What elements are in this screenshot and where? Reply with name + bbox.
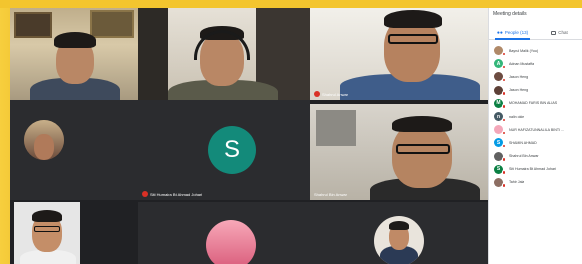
participant-avatar: S — [494, 164, 506, 175]
participant-name: Shahrul Bin Anwar — [509, 154, 539, 159]
video-tile-3[interactable]: Shahrul Anwar — [310, 8, 488, 100]
mic-off-icon — [314, 91, 320, 97]
video-tile-7[interactable] — [14, 202, 80, 264]
window-frame — [316, 110, 356, 146]
tile-name-label: Siti Humaira Bt Ahmad Johari — [142, 191, 202, 197]
participant-avatar — [494, 151, 506, 162]
participant-list-item[interactable]: Bayrul Malik (You) — [489, 44, 582, 57]
participant-avatar — [494, 125, 506, 136]
chair-back — [138, 8, 168, 100]
participant-name: Shahrul Anwar — [322, 91, 349, 97]
avatar-initial: M — [496, 100, 501, 107]
person-hair — [384, 10, 442, 28]
profile-photo-avatar — [206, 220, 256, 264]
avatar-initial: A — [496, 60, 501, 67]
avatar-initial: S — [223, 136, 240, 163]
participant-list-item[interactable]: Shahrul Bin Anwar — [489, 150, 582, 163]
mic-off-icon — [142, 191, 148, 197]
participant-avatar — [494, 46, 506, 57]
participant-list-item[interactable]: Tahir Jala — [489, 176, 582, 189]
participant-avatar — [494, 72, 506, 83]
wall-painting — [90, 10, 134, 38]
tab-chat[interactable]: Chat — [536, 26, 582, 39]
participant-name: NUR HAFIZATUNNALILA BINTI ... — [509, 127, 565, 132]
profile-photo-avatar — [24, 120, 64, 160]
person-hair — [54, 32, 96, 48]
participant-name: Adnan Mustaffa — [509, 61, 535, 66]
mic-off-icon — [501, 130, 506, 136]
tab-label: Chat — [558, 30, 568, 35]
avatar-initial: n — [496, 113, 501, 120]
video-tile-4[interactable] — [10, 100, 138, 200]
video-tile-9[interactable] — [310, 202, 488, 264]
participant-list-item[interactable]: A Adnan Mustaffa — [489, 57, 582, 70]
people-icon: ●● — [496, 29, 503, 36]
video-tile-6[interactable]: Shahrul Bin Anwar — [310, 104, 488, 200]
mic-off-icon — [501, 64, 506, 70]
person-hair — [32, 210, 62, 222]
participant-list: Bayrul Malik (You) A Adnan Mustaffa Jason H… — [489, 44, 582, 189]
mic-off-icon — [501, 143, 506, 149]
participant-name: Tahir Jala — [509, 180, 525, 185]
participant-list-item[interactable]: Jason Heng — [489, 70, 582, 83]
mic-off-icon — [501, 91, 506, 96]
participant-name: Jason Heng — [509, 74, 529, 79]
participant-list-item[interactable]: NUR HAFIZATUNNALILA BINTI ... — [489, 123, 582, 136]
mic-off-icon — [501, 157, 506, 162]
participant-name: nalin okie — [509, 114, 525, 119]
participant-list-item[interactable]: M MOHAMAD FARIS BIN ALIAS — [489, 97, 582, 110]
mic-off-icon — [501, 183, 506, 188]
chat-icon — [551, 30, 557, 35]
participant-name: Siti Humaira Bt Ahmad Johari — [509, 167, 556, 172]
frame-top-edge — [0, 0, 582, 8]
participant-name: SHAMIN AHMAD — [509, 140, 537, 145]
participant-avatar: S — [494, 138, 506, 149]
avatar-initial: S — [496, 139, 501, 146]
participant-avatar: n — [494, 112, 506, 123]
participant-avatar — [494, 177, 506, 188]
participant-avatar — [494, 85, 506, 96]
meeting-details-panel: Meeting details ●● People (13) Chat Bayr… — [488, 8, 582, 264]
person-body — [20, 250, 76, 264]
participant-name: Jason Heng — [509, 88, 529, 93]
mic-off-icon — [501, 104, 506, 109]
video-tile-5[interactable]: S Siti Humaira Bt Ahmad Johari — [138, 100, 310, 200]
panel-tabs: ●● People (13) Chat — [489, 26, 582, 40]
participant-name: Bayrul Malik (You) — [509, 48, 539, 53]
glasses-icon — [388, 34, 438, 44]
participant-name: Shahrul Bin Anwar — [314, 192, 347, 197]
participant-list-item[interactable]: S SHAMIN AHMAD — [489, 136, 582, 149]
avatar-initial: S — [496, 166, 501, 173]
video-grid: Shahrul Anwar S Siti Humaira Bt Ahmad Jo… — [10, 8, 488, 264]
participant-list-item[interactable]: n nalin okie — [489, 110, 582, 123]
mic-off-icon — [501, 117, 506, 123]
glasses-icon — [396, 144, 450, 154]
mic-off-icon — [501, 77, 506, 83]
tab-label: People (13) — [504, 30, 529, 35]
participant-initial-avatar: S — [208, 126, 256, 174]
profile-photo-avatar — [374, 216, 424, 264]
video-tile-1[interactable] — [10, 8, 138, 100]
mic-off-icon — [501, 170, 506, 175]
participant-name: MOHAMAD FARIS BIN ALIAS — [509, 101, 558, 106]
tile-name-label: Shahrul Bin Anwar — [314, 192, 347, 197]
glasses-icon — [34, 226, 60, 232]
wall-painting — [14, 12, 52, 38]
participant-list-item[interactable]: Jason Heng — [489, 84, 582, 97]
participant-avatar: M — [494, 98, 506, 109]
screen-frame: Shahrul Anwar S Siti Humaira Bt Ahmad Jo… — [0, 0, 582, 264]
panel-title: Meeting details — [493, 11, 527, 17]
person-hair — [392, 116, 452, 132]
participant-list-item[interactable]: S Siti Humaira Bt Ahmad Johari — [489, 163, 582, 176]
tile-name-label: Shahrul Anwar — [314, 91, 348, 97]
tab-people[interactable]: ●● People (13) — [489, 26, 536, 40]
participant-avatar: A — [494, 59, 506, 70]
video-tile-2[interactable] — [138, 8, 310, 100]
video-tile-8[interactable] — [138, 202, 310, 264]
mic-off-icon — [501, 51, 506, 57]
participant-name: Siti Humaira Bt Ahmad Johari — [150, 191, 203, 197]
